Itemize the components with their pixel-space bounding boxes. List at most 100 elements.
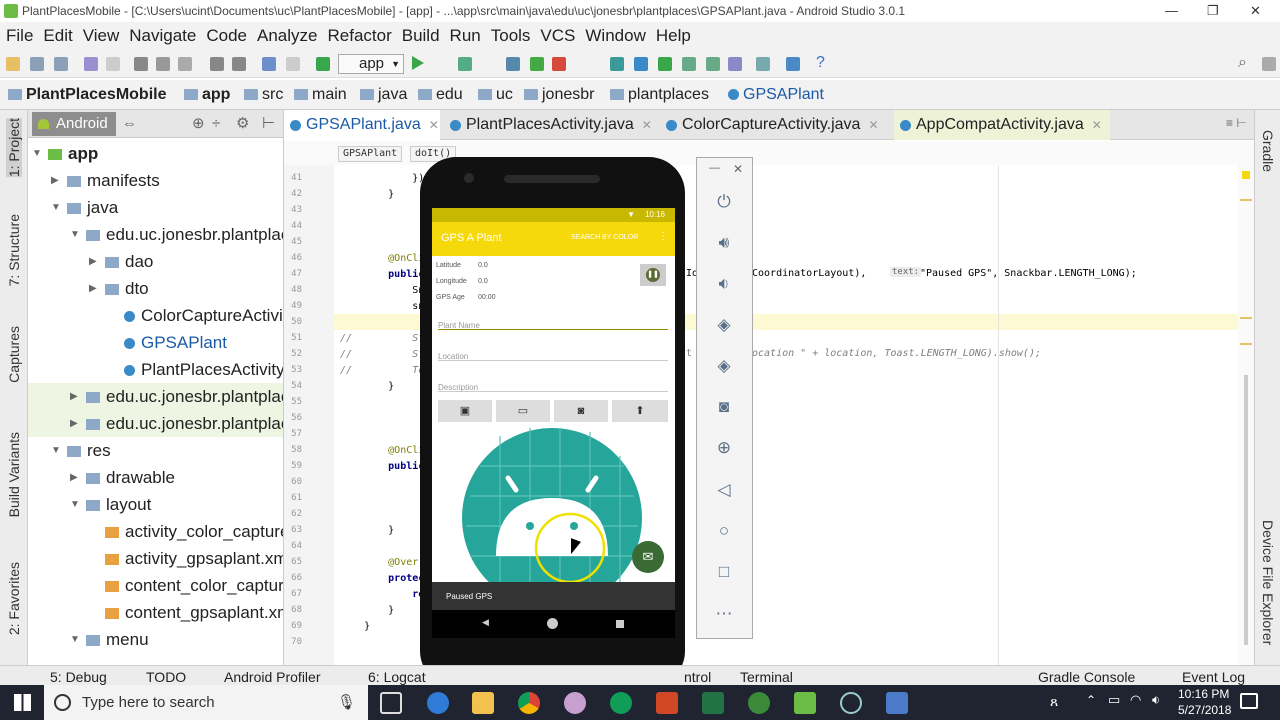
tree-item[interactable]: ▶ edu.uc.jonesbr.plantplac xyxy=(28,410,283,437)
rotate-right-icon[interactable]: ◈ xyxy=(714,356,734,376)
tool-event-log[interactable]: Event Log xyxy=(1182,666,1245,685)
chevron-right-icon[interactable]: ▶ xyxy=(89,248,97,275)
tab-plantplacesactivity[interactable]: PlantPlacesActivity.java ✕ xyxy=(444,110,658,140)
chevron-down-icon[interactable]: ▼ xyxy=(70,626,80,653)
emulator-screen[interactable]: 10:16 ▼ GPS A Plant SEARCH BY COLOR ⋮ La… xyxy=(432,208,675,638)
menu-refactor[interactable]: Refactor xyxy=(327,22,391,50)
build-hammer-icon[interactable] xyxy=(316,57,330,71)
crumb-project[interactable]: PlantPlacesMobile xyxy=(8,80,167,110)
tab-appcompatactivity[interactable]: AppCompatActivity.java ✕ xyxy=(894,110,1110,140)
menu-view[interactable]: View xyxy=(83,22,120,50)
tool-logcat[interactable]: 6: Logcat xyxy=(368,666,426,685)
open-button[interactable]: ▭ xyxy=(496,400,550,422)
volume-icon[interactable]: 🔉︎ xyxy=(1152,692,1160,708)
hide-icon[interactable]: ⊢ xyxy=(262,110,275,138)
edge-icon[interactable] xyxy=(427,692,449,714)
plant-name-field[interactable]: Plant Name xyxy=(438,315,668,330)
menu-edit[interactable]: Edit xyxy=(43,22,72,50)
menu-window[interactable]: Window xyxy=(585,22,645,50)
tab-colorcaptureactivity[interactable]: ColorCaptureActivity.java ✕ xyxy=(660,110,882,140)
menu-vcs[interactable]: VCS xyxy=(540,22,575,50)
close-tab-icon[interactable]: ✕ xyxy=(642,118,652,132)
chevron-right-icon[interactable]: ▶ xyxy=(51,167,59,194)
microphone-icon[interactable]: 🎙︎ xyxy=(337,685,356,720)
wifi-icon[interactable]: ◠ xyxy=(1130,692,1141,708)
tool-version-control[interactable]: ntrol xyxy=(684,666,711,685)
chevron-right-icon[interactable]: ▶ xyxy=(70,464,78,491)
avd-manager-icon[interactable] xyxy=(706,57,720,71)
clock-time[interactable]: 10:16 PM xyxy=(1178,687,1229,701)
upload-button[interactable]: ⬆ xyxy=(612,400,668,422)
nav-back-icon[interactable]: ◀ xyxy=(482,617,489,628)
profile-icon[interactable] xyxy=(506,57,520,71)
description-field[interactable]: Description xyxy=(438,377,668,392)
tool-todo[interactable]: TODO xyxy=(146,666,186,685)
crumb-jonesbr[interactable]: jonesbr xyxy=(524,80,594,110)
home-icon[interactable]: ○ xyxy=(714,521,734,541)
tool-gradle-console[interactable]: Gradle Console xyxy=(1038,666,1135,685)
gear-icon[interactable]: ⚙ xyxy=(236,110,249,138)
tree-item[interactable]: ▶ drawable xyxy=(28,464,283,491)
run-config-select[interactable]: app ▼ xyxy=(338,54,404,74)
sync-icon[interactable] xyxy=(54,57,68,71)
tool-gradle[interactable]: Gradle xyxy=(1260,130,1276,172)
close-tab-icon[interactable]: ✕ xyxy=(429,118,439,132)
minimize-button[interactable]: — xyxy=(1165,0,1178,22)
android-studio-icon[interactable] xyxy=(794,692,816,714)
tree-item[interactable]: ▼ menu xyxy=(28,626,283,653)
paste-icon[interactable] xyxy=(178,57,192,71)
redo-icon[interactable] xyxy=(106,57,120,71)
crumb-java[interactable]: java xyxy=(360,80,407,110)
back-icon[interactable]: ◁ xyxy=(714,480,734,500)
chevron-down-icon[interactable]: ▼ xyxy=(32,140,42,167)
tree-item[interactable]: PlantPlacesActivity xyxy=(28,356,283,383)
collapse-icon[interactable]: ⇔ xyxy=(122,110,137,138)
nav-home-icon[interactable] xyxy=(547,618,558,629)
copy-icon[interactable] xyxy=(156,57,170,71)
emulator-icon[interactable] xyxy=(840,692,862,714)
zoom-icon[interactable]: ⊕ xyxy=(714,438,734,458)
chevron-right-icon[interactable]: ▶ xyxy=(89,275,97,302)
editor-crumb-class[interactable]: GPSAPlant xyxy=(338,146,403,162)
network-icon[interactable]: ▭ xyxy=(1108,692,1120,708)
undo-icon[interactable] xyxy=(84,57,98,71)
tree-item[interactable]: content_color_capture xyxy=(28,572,283,599)
layout-icon[interactable] xyxy=(786,57,800,71)
tree-item[interactable]: ▼ java xyxy=(28,194,283,221)
tree-item[interactable]: GPSAPlant xyxy=(28,329,283,356)
chevron-down-icon[interactable]: ▼ xyxy=(51,437,61,464)
tool-debug[interactable]: 5: Debug xyxy=(50,666,107,685)
collapse-all-icon[interactable]: ÷ xyxy=(212,110,220,138)
tree-item[interactable]: activity_gpsaplant.xml xyxy=(28,545,283,572)
camera-button[interactable]: ◙ xyxy=(554,400,608,422)
people-icon[interactable]: ጸ xyxy=(1050,693,1058,710)
tool-android-profiler[interactable]: Android Profiler xyxy=(224,666,321,685)
chevron-down-icon[interactable]: ▼ xyxy=(51,194,61,221)
video-icon[interactable] xyxy=(886,692,908,714)
tool-favorites[interactable]: 2: Favorites xyxy=(6,562,22,635)
tool-captures[interactable]: Captures xyxy=(6,326,22,383)
apply-changes-icon[interactable] xyxy=(530,57,544,71)
debug-icon[interactable] xyxy=(458,57,472,71)
menu-tools[interactable]: Tools xyxy=(491,22,531,50)
file-explorer-icon[interactable] xyxy=(472,692,494,714)
emulator-close[interactable]: ✕ xyxy=(733,162,743,176)
target-icon[interactable]: ⊕ xyxy=(192,110,205,138)
tree-item[interactable]: ▼ edu.uc.jonesbr.plantplac xyxy=(28,221,283,248)
tree-item[interactable]: activity_color_capture. xyxy=(28,518,283,545)
back-icon[interactable] xyxy=(262,57,276,71)
power-icon[interactable]: ⏻ xyxy=(714,192,734,212)
chevron-down-icon[interactable]: ▼ xyxy=(70,221,80,248)
gradle-sync-icon[interactable] xyxy=(610,57,624,71)
save-icon[interactable] xyxy=(30,57,44,71)
vcs-commit-icon[interactable] xyxy=(658,57,672,71)
volume-up-icon[interactable]: 🔊︎ xyxy=(714,233,734,253)
action-center-icon[interactable] xyxy=(1240,693,1258,709)
tray-chevron-icon[interactable]: ⌃ xyxy=(1086,693,1096,707)
menu-file[interactable]: File xyxy=(6,22,33,50)
close-tab-icon[interactable]: ✕ xyxy=(868,118,878,132)
tree-item[interactable]: ▶ dto xyxy=(28,275,283,302)
screenshot-icon[interactable]: ◙ xyxy=(714,397,734,417)
windows-start-icon[interactable] xyxy=(14,694,31,711)
tab-gpsaplant[interactable]: GPSAPlant.java ✕ xyxy=(284,110,440,140)
